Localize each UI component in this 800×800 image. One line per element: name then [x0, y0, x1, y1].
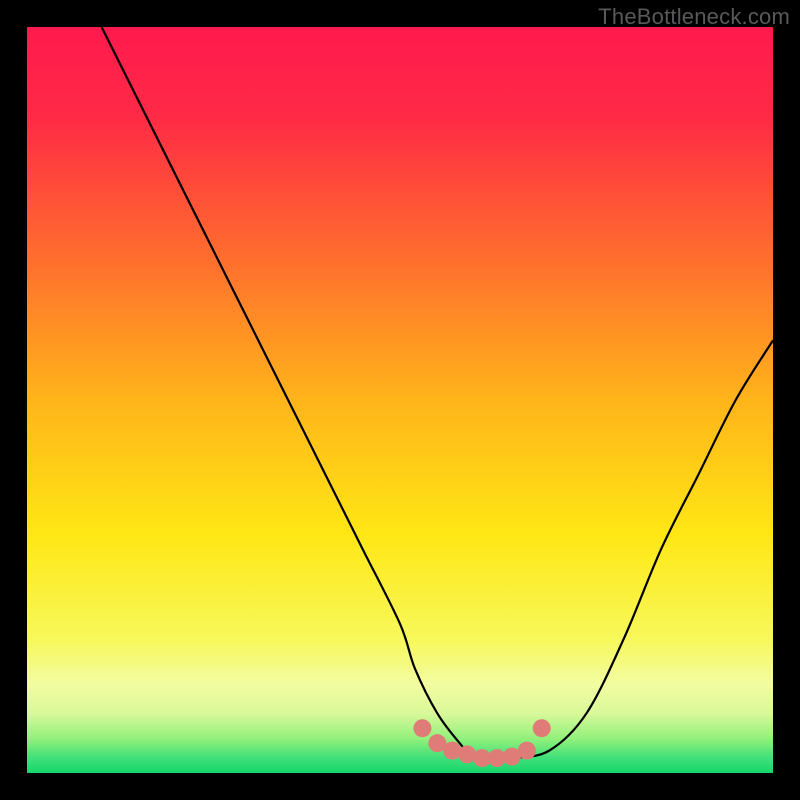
bottleneck-curve — [102, 27, 773, 759]
chart-svg — [27, 27, 773, 773]
watermark-text: TheBottleneck.com — [598, 4, 790, 30]
optimal-range-markers — [413, 719, 550, 767]
marker-dot — [533, 719, 551, 737]
marker-dot — [518, 742, 536, 760]
chart-frame: TheBottleneck.com — [0, 0, 800, 800]
plot-area — [27, 27, 773, 773]
marker-dot — [413, 719, 431, 737]
